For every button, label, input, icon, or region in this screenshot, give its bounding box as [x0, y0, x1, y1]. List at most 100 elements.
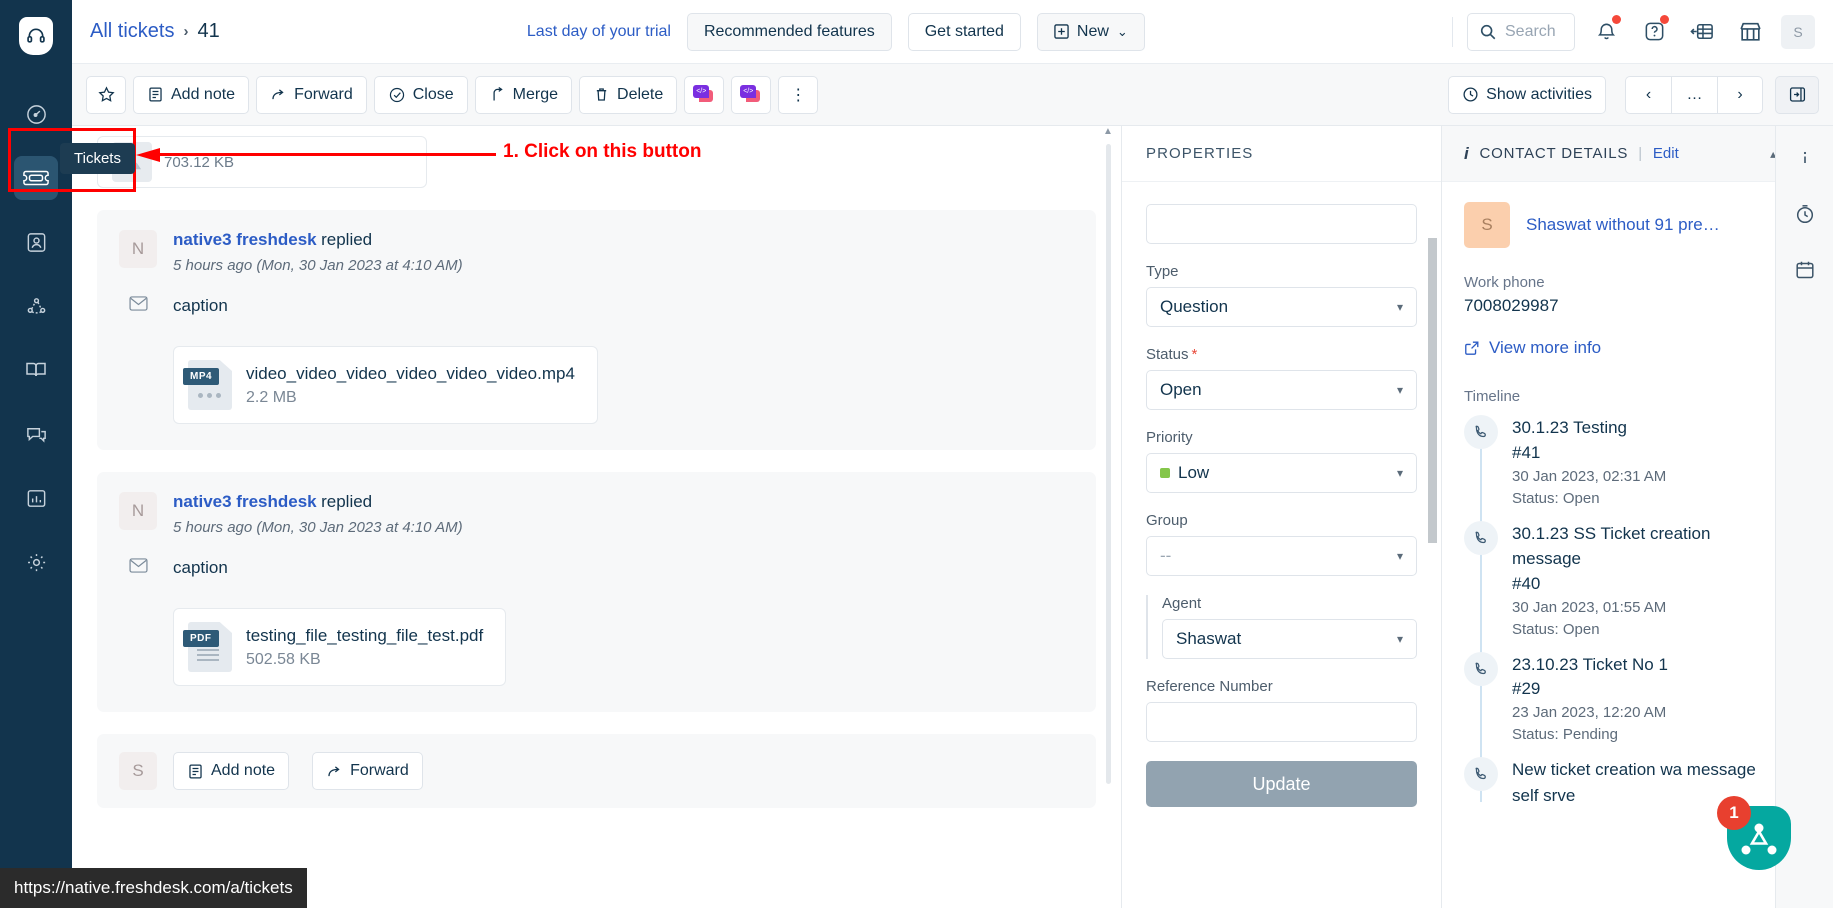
timeline-item[interactable]: 30.1.23 Testing #41 30 Jan 2023, 02:31 A…: [1464, 415, 1777, 507]
ticket-icon: [23, 170, 49, 186]
group-value: --: [1160, 546, 1172, 565]
external-link-icon: [1465, 341, 1479, 355]
pager-more-button[interactable]: …: [1671, 75, 1717, 114]
timeline-item[interactable]: 23.10.23 Ticket No 1 #29 23 Jan 2023, 12…: [1464, 651, 1777, 743]
header-separator: |: [1638, 145, 1643, 162]
group-select[interactable]: -- ▾: [1146, 536, 1417, 576]
properties-form: Type Question ▾ Status * Open ▾ Priority…: [1122, 182, 1441, 908]
sidebar-item-contacts[interactable]: [14, 220, 58, 264]
property-field-status: Status * Open ▾: [1146, 346, 1417, 410]
avatar: S: [119, 752, 157, 790]
properties-scrollbar[interactable]: [1428, 182, 1437, 908]
calendar-icon[interactable]: [1791, 256, 1819, 284]
contact-name[interactable]: Shaswat without 91 pre…: [1526, 215, 1720, 235]
agent-select[interactable]: Shaswat ▾: [1162, 619, 1417, 659]
timeline-ticket-id: #40: [1512, 573, 1541, 593]
toggle-side-panel-button[interactable]: [1775, 75, 1819, 114]
sidebar-item-social[interactable]: [14, 284, 58, 328]
attachment-peek-card[interactable]: 703.12 KB: [97, 136, 427, 188]
type-select[interactable]: Question ▾: [1146, 287, 1417, 327]
contact-details-header: i CONTACT DETAILS | Edit ▴: [1442, 126, 1799, 182]
timeline-status: Status: Open: [1512, 620, 1600, 638]
conversation-scrollbar[interactable]: ▲: [1103, 126, 1113, 908]
priority-select[interactable]: Low ▾: [1146, 453, 1417, 493]
scroll-thumb[interactable]: [1428, 238, 1437, 543]
favorite-button[interactable]: [86, 75, 126, 114]
forward-button[interactable]: Forward: [256, 75, 367, 114]
breadcrumb-all-tickets[interactable]: All tickets: [90, 20, 174, 43]
gear-icon: [27, 553, 45, 571]
sidebar-item-solutions[interactable]: [14, 348, 58, 392]
view-more-info-link[interactable]: View more info: [1464, 338, 1777, 358]
add-note-label: Add note: [171, 85, 236, 103]
more-actions-button[interactable]: ⋮: [778, 75, 819, 114]
type-value: Question: [1160, 297, 1229, 316]
tickets-tooltip: Tickets: [60, 143, 135, 174]
edit-contact-link[interactable]: Edit: [1653, 145, 1679, 162]
timer-icon[interactable]: [1791, 200, 1819, 228]
sidebar-item-analytics[interactable]: [14, 476, 58, 520]
message-author[interactable]: native3 freshdesk: [173, 230, 317, 249]
arrow-line: [158, 153, 496, 156]
scroll-track[interactable]: [1106, 144, 1111, 784]
sidebar-item-dashboard[interactable]: [14, 92, 58, 136]
close-ticket-button[interactable]: Close: [373, 75, 468, 114]
status-select[interactable]: Open ▾: [1146, 370, 1417, 410]
timeline: 30.1.23 Testing #41 30 Jan 2023, 02:31 A…: [1464, 415, 1777, 808]
search-input[interactable]: Search: [1467, 12, 1575, 51]
phone-icon: [1464, 651, 1498, 686]
next-ticket-button[interactable]: ›: [1717, 75, 1763, 114]
trial-status-link[interactable]: Last day of your trial: [527, 23, 671, 41]
app-logo[interactable]: [0, 0, 72, 72]
update-button[interactable]: Update: [1146, 761, 1417, 807]
inbox-button[interactable]: [1685, 15, 1719, 49]
timeline-status: Status: Open: [1512, 489, 1600, 507]
new-button[interactable]: New ⌄: [1036, 12, 1145, 51]
get-started-button[interactable]: Get started: [907, 12, 1021, 51]
timeline-label: Timeline: [1464, 388, 1521, 405]
support-chat-fab[interactable]: 1: [1717, 796, 1791, 870]
sidebar-item-admin[interactable]: [14, 540, 58, 584]
email-channel-icon: [119, 558, 157, 578]
recommended-features-button[interactable]: Recommended features: [686, 12, 892, 51]
info-icon: i: [1464, 143, 1470, 163]
reply-add-note-button[interactable]: Add note: [173, 752, 290, 790]
add-note-button[interactable]: Add note: [133, 75, 250, 114]
prev-ticket-button[interactable]: ‹: [1625, 75, 1671, 114]
merge-button[interactable]: Merge: [474, 75, 573, 114]
attachment-card[interactable]: PDF testing_file_testing_file_test.pdf 5…: [173, 608, 507, 686]
message-body: caption: [119, 558, 1074, 578]
timeline-status: Status: Pending: [1512, 726, 1618, 743]
show-activities-button[interactable]: Show activities: [1448, 75, 1606, 114]
user-avatar[interactable]: S: [1781, 14, 1815, 49]
message-header: N native3 freshdesk replied 5 hours ago …: [119, 492, 1074, 536]
conversation-message: N native3 freshdesk replied 5 hours ago …: [97, 210, 1096, 450]
search-placeholder: Search: [1505, 22, 1556, 40]
headset-logo-icon: [19, 17, 53, 55]
status-label-text: Status: [1146, 346, 1189, 363]
notifications-button[interactable]: [1589, 14, 1623, 49]
reply-forward-button[interactable]: Forward: [312, 752, 423, 790]
top-bar: All tickets › 41 Last day of your trial …: [72, 0, 1833, 64]
scroll-up-arrow-icon[interactable]: ▲: [1103, 126, 1113, 137]
delete-button[interactable]: Delete: [579, 75, 678, 114]
info-icon[interactable]: [1791, 144, 1819, 172]
type-label: Type: [1146, 263, 1179, 280]
reference-number-input[interactable]: [1146, 702, 1417, 742]
property-field-reference-number: Reference Number: [1146, 678, 1417, 742]
message-author[interactable]: native3 freshdesk: [173, 492, 317, 511]
marketplace-button[interactable]: [1733, 15, 1767, 49]
help-button[interactable]: [1637, 14, 1671, 49]
unnamed-text-input[interactable]: [1146, 204, 1417, 244]
reply-add-note-label: Add note: [211, 762, 276, 779]
sidebar-item-forums[interactable]: [14, 412, 58, 456]
conversation-pane: 703.12 KB N native3 freshdesk replied 5 …: [72, 126, 1122, 908]
file-type-tag: PDF: [183, 630, 219, 647]
app-widget-button-1[interactable]: </>: [684, 75, 725, 114]
timeline-item[interactable]: 30.1.23 SS Ticket creation message #40 3…: [1464, 520, 1777, 638]
sidebar-item-tickets[interactable]: [14, 156, 58, 200]
attachment-card[interactable]: MP4 video_video_video_video_video_video.…: [173, 346, 598, 424]
message-author-line: native3 freshdesk replied: [173, 492, 463, 512]
app-widget-button-2[interactable]: </>: [731, 75, 772, 114]
property-field-type: Type Question ▾: [1146, 263, 1417, 327]
